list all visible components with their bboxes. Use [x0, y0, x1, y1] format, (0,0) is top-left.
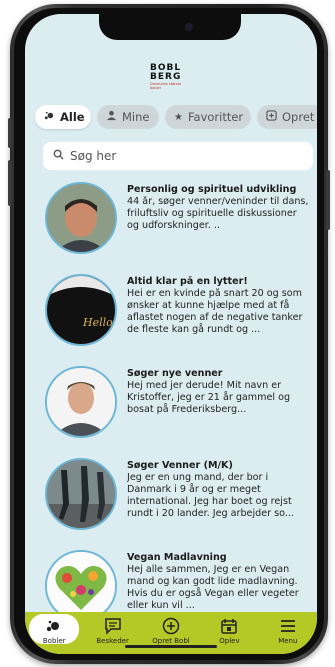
svg-text:Hello: Hello — [82, 316, 113, 329]
tab-alle[interactable]: Alle — [35, 105, 91, 129]
bubble-title: Altid klar på en lytter! — [127, 276, 248, 287]
bubbles-icon — [44, 110, 55, 124]
bubble-title: Personlig og spirituel udvikling — [127, 184, 297, 195]
list-item[interactable]: Hello Altid klar på en lytter! Hei er en… — [25, 274, 317, 362]
bubble-description: Hej med jer derude! Mit navn er Kristoff… — [127, 380, 291, 415]
nav-bobler[interactable]: Bobler — [25, 612, 83, 654]
tab-label: Mine — [122, 110, 150, 124]
tab-label: Favoritter — [187, 110, 244, 124]
bubble-description: 44 år, søger venner/veninder til dans, f… — [127, 196, 309, 231]
list-item[interactable]: Søger nye venner Hej med jer derude! Mit… — [25, 366, 317, 454]
bubble-list[interactable]: Personlig og spirituel udvikling 44 år, … — [25, 182, 317, 612]
list-item[interactable]: Personlig og spirituel udvikling 44 år, … — [25, 182, 317, 270]
tab-opret[interactable]: Opret — [257, 105, 317, 129]
side-button — [326, 170, 330, 230]
avatar — [45, 182, 117, 254]
nav-label: Beskeder — [96, 637, 129, 645]
avatar — [45, 550, 117, 612]
tab-mine[interactable]: Mine — [97, 105, 159, 129]
search-placeholder: Søg her — [70, 149, 117, 163]
tab-label: Opret — [282, 110, 315, 124]
bubble-description: Hei er en kvinde på snart 20 og som ønsk… — [127, 288, 303, 335]
plus-square-icon — [266, 110, 277, 124]
bubble-title: Søger Venner (M/K) — [127, 460, 233, 471]
tab-label: Alle — [60, 110, 85, 124]
side-button — [8, 118, 12, 148]
home-indicator — [125, 645, 217, 648]
logo-subtitle: Danmarks største bobler — [150, 82, 182, 90]
bubbles-icon — [47, 620, 60, 632]
nav-label: Bobler — [42, 637, 66, 645]
message-icon — [104, 618, 121, 635]
nav-menu[interactable]: Menu — [259, 612, 317, 654]
logo-line2: BERG — [150, 72, 182, 82]
bubble-title: Søger nye venner — [127, 368, 223, 379]
plus-circle-icon — [162, 617, 180, 635]
nav-label: Oplev — [219, 637, 240, 645]
avatar: Hello — [45, 274, 117, 346]
app-screen: BOBL BERG Danmarks største bobler Alle M… — [25, 14, 317, 654]
bubble-description: Jeg er en ung mand, der bor i Danmark i … — [127, 472, 294, 519]
search-icon — [53, 149, 64, 163]
calendar-icon — [221, 619, 238, 634]
search-input[interactable]: Søg her — [43, 142, 313, 170]
star-icon: ★ — [174, 111, 183, 123]
avatar — [45, 458, 117, 530]
list-item[interactable]: Vegan Madlavning Hej alle sammen, Jeg er… — [25, 550, 317, 612]
bubble-title: Vegan Madlavning — [127, 552, 227, 563]
app-logo: BOBL BERG Danmarks største bobler — [150, 64, 190, 94]
nav-label: Menu — [278, 637, 298, 645]
list-item[interactable]: Søger Venner (M/K) Jeg er en ung mand, d… — [25, 458, 317, 546]
filter-tabs: Alle Mine ★ Favoritter Opret — [35, 105, 317, 131]
notch — [99, 14, 241, 40]
hamburger-icon — [280, 620, 295, 632]
bubble-description: Hej alle sammen, Jeg er en Vegan mand og… — [127, 564, 299, 611]
tab-favoritter[interactable]: ★ Favoritter — [165, 105, 251, 129]
avatar — [45, 366, 117, 438]
side-button — [8, 160, 12, 206]
nav-label: Opret Bobl — [152, 637, 190, 645]
person-icon — [106, 110, 117, 124]
